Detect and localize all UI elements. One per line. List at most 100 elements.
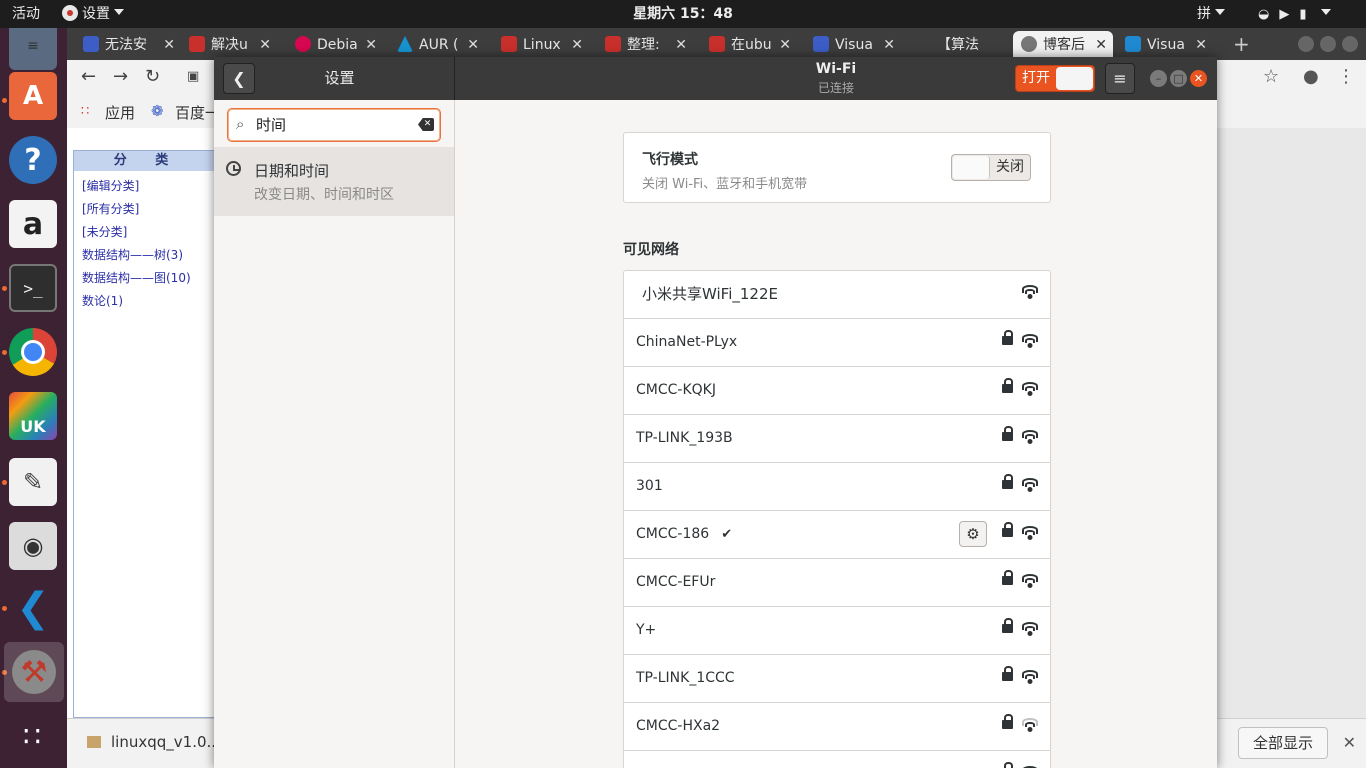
browser-tab[interactable]: 在ubu ✕: [709, 31, 797, 60]
show-all-button[interactable]: 全部显示: [1237, 727, 1328, 759]
browser-tab[interactable]: 无法安 ✕: [83, 31, 181, 60]
network-name-text: CMCC-KQKJ: [636, 382, 716, 398]
close-tab-icon[interactable]: ✕: [1095, 31, 1107, 60]
camera-icon[interactable]: ◉: [9, 522, 57, 570]
network-row[interactable]: [624, 751, 1050, 768]
lock-icon: [1002, 378, 1013, 393]
browser-tab[interactable]: Debia ✕: [295, 31, 383, 60]
network-name-text: ChinaNet-PLyx: [636, 334, 738, 350]
category-link[interactable]: [未分类]: [82, 225, 220, 240]
network-row[interactable]: TP-LINK_193B: [624, 415, 1050, 463]
download-item[interactable]: linuxqq_v1.0...: [87, 733, 221, 751]
wifi-toggle[interactable]: 打开: [1015, 65, 1095, 92]
network-name-text: CMCC-186: [636, 526, 710, 542]
maximize-icon[interactable]: □: [1170, 70, 1187, 87]
lock-icon: [1002, 714, 1013, 729]
network-name: ChinaNet-PLyx: [636, 319, 737, 366]
network-row[interactable]: ChinaNet-PLyx: [624, 319, 1050, 367]
network-row[interactable]: CMCC-EFUr: [624, 559, 1050, 607]
network-row[interactable]: CMCC-186 ✔ ⚙: [624, 511, 1050, 559]
software-center-icon[interactable]: A: [9, 72, 57, 120]
category-link[interactable]: 数据结构——树(3): [82, 248, 220, 263]
text-editor-icon[interactable]: ✎: [9, 458, 57, 506]
category-link[interactable]: [编辑分类]: [82, 179, 220, 194]
browser-tab[interactable]: 【算法: [937, 31, 1013, 60]
app-grid-icon[interactable]: ∷: [9, 712, 57, 760]
airplane-mode-row: 飞行模式 关闭 Wi-Fi、蓝牙和手机宽带 关闭: [623, 132, 1051, 203]
network-name: 301: [636, 463, 663, 510]
vscode-icon[interactable]: ❮: [9, 584, 57, 632]
category-link[interactable]: [所有分类]: [82, 202, 220, 217]
browser-tab[interactable]: 解决u ✕: [189, 31, 277, 60]
network-row[interactable]: 301: [624, 463, 1050, 511]
search-input[interactable]: [256, 115, 406, 133]
browser-tab[interactable]: Visua ✕: [1125, 31, 1213, 60]
category-link[interactable]: 数论(1): [82, 294, 220, 309]
close-icon[interactable]: [1342, 36, 1358, 52]
help-icon[interactable]: ?: [9, 136, 57, 184]
browser-tab[interactable]: Visua ✕: [813, 31, 901, 60]
browser-tab-active[interactable]: 博客后 ✕: [1013, 31, 1113, 60]
volume-icon: ▶: [1279, 7, 1290, 22]
minimize-icon[interactable]: [1298, 36, 1314, 52]
avatar[interactable]: ●: [1303, 66, 1319, 87]
browser-tab[interactable]: Linux ✕: [501, 31, 589, 60]
close-tab-icon[interactable]: ✕: [571, 31, 583, 60]
close-tab-icon[interactable]: ✕: [365, 31, 377, 60]
settings-icon[interactable]: ⚒: [4, 642, 64, 702]
network-name: 小米共享WiFi_122E: [642, 271, 778, 318]
input-method-menu[interactable]: 拼: [1197, 0, 1225, 28]
star-icon[interactable]: ☆: [1263, 66, 1279, 87]
running-indicator: [2, 286, 7, 291]
close-icon[interactable]: ✕: [1343, 733, 1356, 752]
baidu-paw-icon: ❁: [151, 102, 164, 120]
forward-arrow-icon[interactable]: →: [113, 66, 128, 87]
browser-tab[interactable]: AUR (✕: [397, 31, 485, 60]
close-tab-icon[interactable]: ✕: [779, 31, 791, 60]
hamburger-menu-button[interactable]: ≡: [1105, 63, 1135, 94]
back-arrow-icon[interactable]: ←: [81, 66, 96, 87]
close-icon[interactable]: ✕: [1190, 70, 1207, 87]
amazon-icon[interactable]: a: [9, 200, 57, 248]
network-row[interactable]: TP-LINK_1CCC: [624, 655, 1050, 703]
files-icon[interactable]: ≡: [9, 22, 57, 70]
search-result-date-time[interactable]: 日期和时间 改变日期、时间和时区: [214, 147, 454, 216]
lock-icon: [1002, 570, 1013, 585]
lock-icon: [1002, 330, 1013, 345]
new-tab-button[interactable]: +: [1233, 31, 1250, 57]
back-button[interactable]: ❮: [223, 63, 255, 94]
system-tray[interactable]: ◒ ▶ ▮: [1258, 0, 1366, 28]
close-tab-icon[interactable]: ✕: [163, 31, 175, 60]
chrome-icon[interactable]: [9, 328, 57, 376]
kebab-menu-icon[interactable]: ⋮: [1337, 66, 1355, 87]
ukylin-icon[interactable]: UK: [9, 392, 57, 440]
maximize-icon[interactable]: [1320, 36, 1336, 52]
network-row[interactable]: 小米共享WiFi_122E: [624, 271, 1050, 319]
launcher-dock: ≡ A ? a >_ UK ✎ ◉ ❮ ⚒ ∷: [0, 22, 67, 768]
category-link[interactable]: 数据结构——图(10): [82, 271, 220, 286]
minimize-icon[interactable]: –: [1150, 70, 1167, 87]
network-row[interactable]: Y+: [624, 607, 1050, 655]
network-row[interactable]: CMCC-HXa2: [624, 703, 1050, 751]
network-settings-button[interactable]: ⚙: [959, 521, 987, 547]
search-box[interactable]: ⌕ ✕: [227, 108, 441, 142]
clock[interactable]: 星期六 15：48: [0, 0, 1366, 28]
wifi-signal-icon: [1021, 285, 1039, 301]
top-bar: 活动 设置 星期六 15：48 拼 ◒ ▶ ▮: [0, 0, 1366, 28]
reload-icon[interactable]: ↻: [145, 66, 160, 87]
close-tab-icon[interactable]: ✕: [259, 31, 271, 60]
clock-icon: [226, 161, 241, 176]
airplane-mode-toggle[interactable]: 关闭: [951, 154, 1031, 181]
bookmark-apps[interactable]: 应用: [105, 102, 135, 123]
clear-search-icon[interactable]: ✕: [418, 118, 434, 131]
browser-tab[interactable]: 整理: ✕: [605, 31, 693, 60]
close-tab-icon[interactable]: ✕: [675, 31, 687, 60]
input-method-label: 拼: [1197, 6, 1211, 22]
network-row[interactable]: CMCC-KQKJ: [624, 367, 1050, 415]
close-tab-icon[interactable]: ✕: [467, 31, 479, 60]
wifi-signal-icon: [1021, 622, 1039, 638]
baidu-paw-icon: [83, 36, 99, 52]
close-tab-icon[interactable]: ✕: [883, 31, 895, 60]
terminal-icon[interactable]: >_: [9, 264, 57, 312]
close-tab-icon[interactable]: ✕: [1195, 31, 1207, 60]
